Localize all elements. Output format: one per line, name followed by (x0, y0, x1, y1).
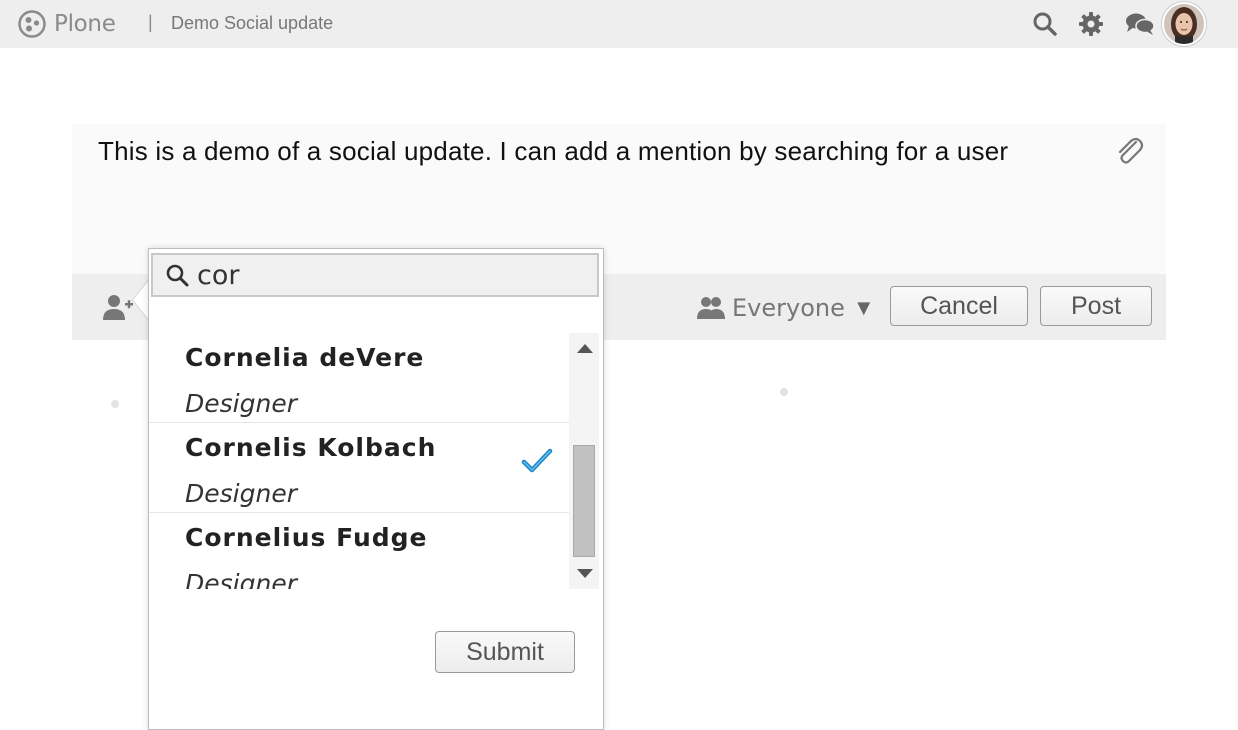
plone-logo-link[interactable]: Plone (18, 9, 116, 39)
audience-selector[interactable]: Everyone ▼ (696, 292, 875, 324)
chevron-down-icon: ▼ (852, 295, 875, 320)
add-user-icon[interactable] (102, 292, 134, 322)
avatar-portrait-icon (1164, 4, 1204, 44)
user-avatar[interactable] (1162, 2, 1206, 46)
popup-pointer (133, 280, 149, 320)
result-role: Designer (185, 389, 297, 418)
submit-button[interactable]: Submit (435, 631, 575, 673)
people-icon (697, 297, 725, 319)
loading-dot (780, 388, 788, 396)
search-icon (166, 264, 189, 287)
chat-icon[interactable] (1124, 10, 1156, 38)
result-role: Designer (185, 569, 297, 589)
results-scrollbar[interactable] (569, 333, 599, 589)
mention-search-box (151, 253, 599, 297)
scroll-up-arrow-icon[interactable] (577, 344, 593, 353)
top-bar: Plone | Demo Social update (0, 0, 1238, 48)
brand-name: Plone (54, 11, 116, 37)
post-button[interactable]: Post (1040, 286, 1152, 326)
list-item[interactable]: Cornelia deVere Designer (149, 333, 569, 423)
checkmark-icon (521, 448, 553, 473)
result-name: Cornelis Kolbach (185, 433, 437, 462)
mention-results-list: Cornelia deVere Designer Cornelis Kolbac… (149, 333, 569, 589)
cancel-button[interactable]: Cancel (890, 286, 1028, 326)
gear-icon[interactable] (1077, 10, 1105, 38)
composer-text[interactable]: This is a demo of a social update. I can… (98, 136, 1008, 167)
result-role: Designer (185, 479, 297, 508)
list-item[interactable]: Cornelis Kolbach Designer (149, 423, 569, 513)
search-icon[interactable] (1031, 10, 1059, 38)
scroll-thumb[interactable] (573, 445, 595, 557)
paperclip-icon[interactable] (1114, 136, 1144, 168)
mention-popup: Cornelia deVere Designer Cornelis Kolbac… (148, 248, 604, 730)
loading-dot (111, 400, 119, 408)
list-item[interactable]: Cornelius Fudge Designer (149, 513, 569, 589)
page-title: Demo Social update (171, 13, 334, 33)
mention-search-input[interactable] (197, 259, 587, 291)
title-separator: | (148, 12, 153, 32)
result-name: Cornelius Fudge (185, 523, 428, 552)
scroll-down-arrow-icon[interactable] (577, 569, 593, 578)
result-name: Cornelia deVere (185, 343, 425, 372)
audience-label: Everyone (732, 294, 845, 322)
plone-logo-icon (18, 10, 46, 38)
